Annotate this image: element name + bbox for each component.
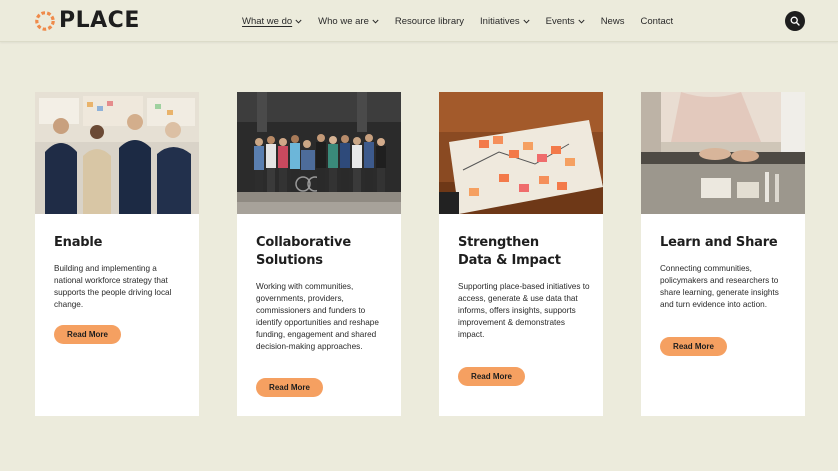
hands-on-table-photo — [641, 92, 805, 214]
nav-label: Resource library — [394, 15, 465, 27]
card-description: Connecting communities, policymakers and… — [660, 264, 779, 309]
search-icon — [790, 16, 800, 26]
card-collaborative-solutions: Collaborative Solutions Working with comm… — [237, 92, 401, 416]
card-learn-and-share: Learn and Share Connecting communities, … — [641, 92, 805, 416]
card-title: Enable — [54, 235, 103, 250]
card-enable: Enable Building and implementing a natio… — [35, 92, 199, 416]
main-nav: What we do Who we are Resource library I… — [242, 13, 689, 29]
card-strengthen-data-impact: Strengthen Data & Impact Supporting place… — [439, 92, 603, 416]
nav-item-who-we-are[interactable]: Who we are — [318, 16, 379, 27]
read-more-button[interactable]: Read More — [256, 378, 323, 397]
card-title: Learn and Share — [660, 235, 778, 250]
card-title: Strengthen Data & Impact — [458, 235, 561, 268]
nav-item-what-we-do[interactable]: What we do — [242, 16, 302, 27]
nav-label: Events — [545, 15, 575, 27]
nav-item-resource-library[interactable]: Resource library — [395, 16, 464, 27]
nav-label: Initiatives — [480, 15, 520, 27]
card-description: Supporting place-based initiatives to ac… — [458, 282, 590, 339]
people-in-front-of-board-photo — [35, 92, 199, 214]
place-logo[interactable]: PLACE — [34, 8, 140, 34]
card-title: Collaborative Solutions — [256, 235, 351, 268]
read-more-button[interactable]: Read More — [458, 367, 525, 386]
chevron-down-icon — [295, 19, 302, 24]
read-more-button[interactable]: Read More — [54, 325, 121, 344]
read-more-button[interactable]: Read More — [660, 337, 727, 356]
card-description: Building and implementing a national wor… — [54, 264, 172, 309]
search-button[interactable] — [785, 11, 805, 31]
chevron-down-icon — [523, 19, 530, 24]
nav-item-contact[interactable]: Contact — [640, 16, 673, 27]
chevron-down-icon — [578, 19, 585, 24]
group-photo-in-shed — [237, 92, 401, 214]
chevron-down-icon — [372, 19, 379, 24]
sticky-notes-map-photo — [439, 92, 603, 214]
logo-text: PLACE — [59, 8, 140, 33]
nav-label: News — [600, 15, 625, 27]
card-description: Working with communities, governments, p… — [256, 282, 379, 351]
nav-label: Contact — [640, 15, 674, 27]
logo-ring-icon — [35, 11, 55, 31]
site-header: PLACE What we do Who we are Resource lib… — [0, 0, 838, 42]
nav-item-initiatives[interactable]: Initiatives — [480, 16, 530, 27]
nav-label: Who we are — [318, 15, 369, 27]
nav-item-events[interactable]: Events — [546, 16, 585, 27]
nav-label: What we do — [242, 15, 293, 27]
nav-item-news[interactable]: News — [601, 16, 625, 27]
